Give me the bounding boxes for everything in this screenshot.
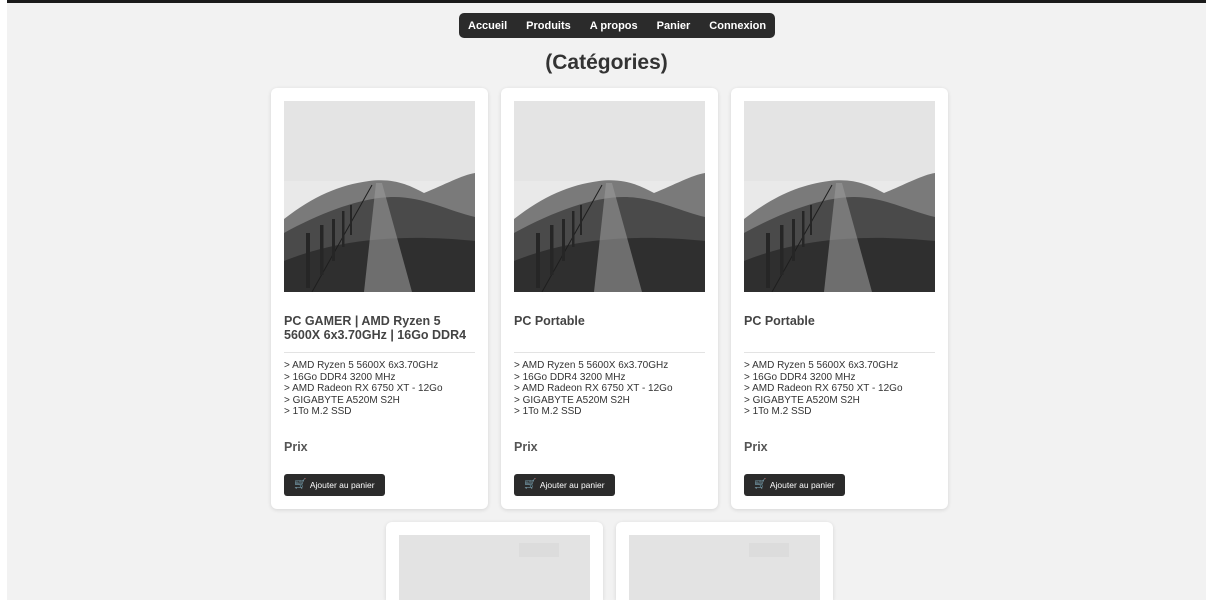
divider	[744, 352, 935, 353]
spec-item: > GIGABYTE A520M S2H	[744, 394, 860, 406]
spec-item: > AMD Ryzen 5 5600X 6x3.70GHz	[284, 360, 439, 371]
cart-icon: 🛒	[524, 479, 537, 490]
nav-item-connexion[interactable]: Connexion	[709, 20, 766, 32]
spec-item: > GIGABYTE A520M S2H	[514, 394, 630, 406]
spec-item: > AMD Radeon RX 6750 XT - 12Go	[744, 383, 903, 394]
spec-list: > AMD Ryzen 5 5600X 6x3.70GHz > 16Go DDR…	[284, 360, 475, 418]
spec-item: > AMD Radeon RX 6750 XT - 12Go	[284, 383, 443, 394]
page-title: (Catégories)	[545, 51, 668, 74]
spec-item: > AMD Ryzen 5 5600X 6x3.70GHz	[744, 360, 899, 371]
product-image	[744, 101, 935, 292]
add-to-cart-label: Ajouter au panier	[769, 480, 835, 490]
nav-item-panier[interactable]: Panier	[657, 20, 691, 32]
add-to-cart-button[interactable]: 🛒 Ajouter au panier	[514, 474, 615, 496]
main-nav: Accueil Produits A propos Panier Connexi…	[459, 13, 776, 38]
product-title: PC Portable	[514, 314, 585, 328]
spec-item: > 1To M.2 SSD	[284, 406, 352, 417]
spec-item: > GIGABYTE A520M S2H	[284, 394, 400, 406]
spec-item: > 16Go DDR4 3200 MHz	[514, 371, 626, 383]
add-to-cart-button[interactable]: 🛒 Ajouter au panier	[744, 474, 845, 496]
price-label: Prix	[284, 440, 308, 454]
spec-list: > AMD Ryzen 5 5600X 6x3.70GHz > 16Go DDR…	[744, 360, 935, 418]
nav-item-produits[interactable]: Produits	[526, 20, 571, 32]
top-border	[0, 0, 1213, 3]
price-label: Prix	[514, 440, 538, 454]
product-card	[616, 522, 833, 600]
spec-item: > AMD Radeon RX 6750 XT - 12Go	[514, 383, 673, 394]
divider	[284, 352, 475, 353]
product-title: PC GAMER | AMD Ryzen 5 5600X 6x3.70GHz |…	[284, 314, 467, 342]
spec-list: > AMD Ryzen 5 5600X 6x3.70GHz > 16Go DDR…	[514, 360, 705, 418]
add-to-cart-label: Ajouter au panier	[539, 480, 605, 490]
product-card: PC GAMER | AMD Ryzen 5 5600X 6x3.70GHz |…	[271, 88, 488, 509]
product-image	[284, 101, 475, 292]
cart-icon: 🛒	[294, 479, 307, 490]
product-image	[514, 101, 705, 292]
product-card: PC Portable > AMD Ryzen 5 5600X 6x3.70GH…	[731, 88, 948, 509]
spec-item: > 16Go DDR4 3200 MHz	[744, 371, 856, 383]
cart-icon: 🛒	[754, 479, 767, 490]
product-card	[386, 522, 603, 600]
product-title: PC Portable	[744, 314, 815, 328]
spec-item: > 1To M.2 SSD	[514, 406, 582, 417]
nav-item-accueil[interactable]: Accueil	[468, 20, 507, 32]
left-frame	[0, 0, 7, 600]
price-label: Prix	[744, 440, 768, 454]
spec-item: > 1To M.2 SSD	[744, 406, 812, 417]
add-to-cart-button[interactable]: 🛒 Ajouter au panier	[284, 474, 385, 496]
spec-item: > AMD Ryzen 5 5600X 6x3.70GHz	[514, 360, 669, 371]
product-image	[629, 535, 820, 600]
nav-item-a-propos[interactable]: A propos	[590, 20, 638, 32]
right-frame	[1206, 0, 1213, 600]
add-to-cart-label: Ajouter au panier	[309, 480, 375, 490]
divider	[514, 352, 705, 353]
product-card: PC Portable > AMD Ryzen 5 5600X 6x3.70GH…	[501, 88, 718, 509]
spec-item: > 16Go DDR4 3200 MHz	[284, 371, 396, 383]
product-image	[399, 535, 590, 600]
